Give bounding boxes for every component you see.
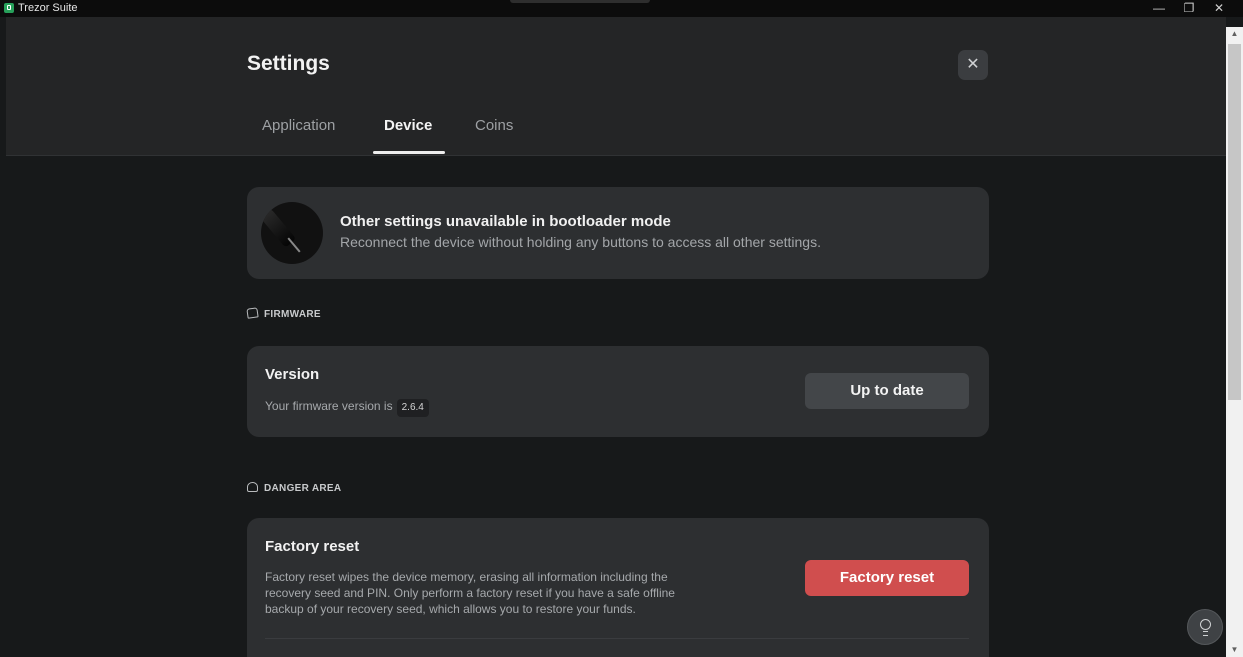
firmware-icon bbox=[246, 307, 259, 319]
up-to-date-button[interactable]: Up to date bbox=[805, 373, 969, 409]
factory-reset-button[interactable]: Factory reset bbox=[805, 560, 969, 596]
window-title: Trezor Suite bbox=[18, 2, 78, 14]
firmware-version-card: Version Your firmware version is 2.6.4 Up… bbox=[247, 346, 989, 437]
vertical-scrollbar[interactable]: ▲ ▼ bbox=[1226, 27, 1243, 657]
active-tab-indicator bbox=[373, 151, 445, 154]
window-titlebar: Trezor Suite — ❐ ✕ bbox=[0, 0, 1243, 17]
lightbulb-icon bbox=[1200, 619, 1211, 630]
drag-handle[interactable] bbox=[510, 0, 650, 3]
close-settings-button[interactable]: ✕ bbox=[958, 50, 988, 80]
version-badge: 2.6.4 bbox=[396, 399, 429, 417]
version-description: Your firmware version is 2.6.4 bbox=[265, 398, 429, 417]
divider bbox=[265, 638, 969, 639]
trezor-icon bbox=[4, 3, 14, 13]
page-title: Settings bbox=[247, 52, 330, 75]
window-close-button[interactable]: ✕ bbox=[1204, 0, 1234, 17]
tab-application[interactable]: Application bbox=[262, 117, 335, 134]
ghost-icon bbox=[247, 482, 258, 492]
tab-device[interactable]: Device bbox=[384, 117, 432, 134]
scroll-thumb[interactable] bbox=[1228, 44, 1241, 400]
factory-reset-title: Factory reset bbox=[265, 538, 360, 555]
bootloader-banner: Other settings unavailable in bootloader… bbox=[247, 187, 989, 279]
scroll-up-arrow[interactable]: ▲ bbox=[1226, 27, 1243, 41]
danger-section-label: DANGER AREA bbox=[247, 482, 341, 494]
help-button[interactable] bbox=[1187, 609, 1223, 645]
tab-coins[interactable]: Coins bbox=[475, 117, 513, 134]
firmware-section-label: FIRMWARE bbox=[246, 307, 321, 320]
device-cable-image bbox=[261, 202, 323, 264]
version-title: Version bbox=[265, 366, 320, 383]
minimize-button[interactable]: — bbox=[1144, 0, 1174, 17]
factory-reset-description: Factory reset wipes the device memory, e… bbox=[265, 570, 675, 616]
restore-button[interactable]: ❐ bbox=[1174, 0, 1204, 17]
factory-reset-card: Factory reset Factory reset wipes the de… bbox=[247, 518, 989, 657]
scroll-down-arrow[interactable]: ▼ bbox=[1226, 643, 1243, 657]
close-icon: ✕ bbox=[966, 56, 980, 73]
banner-subtitle: Reconnect the device without holding any… bbox=[340, 234, 821, 250]
banner-title: Other settings unavailable in bootloader… bbox=[340, 213, 671, 230]
settings-header: Settings ✕ Application Device Coins bbox=[6, 17, 1226, 156]
